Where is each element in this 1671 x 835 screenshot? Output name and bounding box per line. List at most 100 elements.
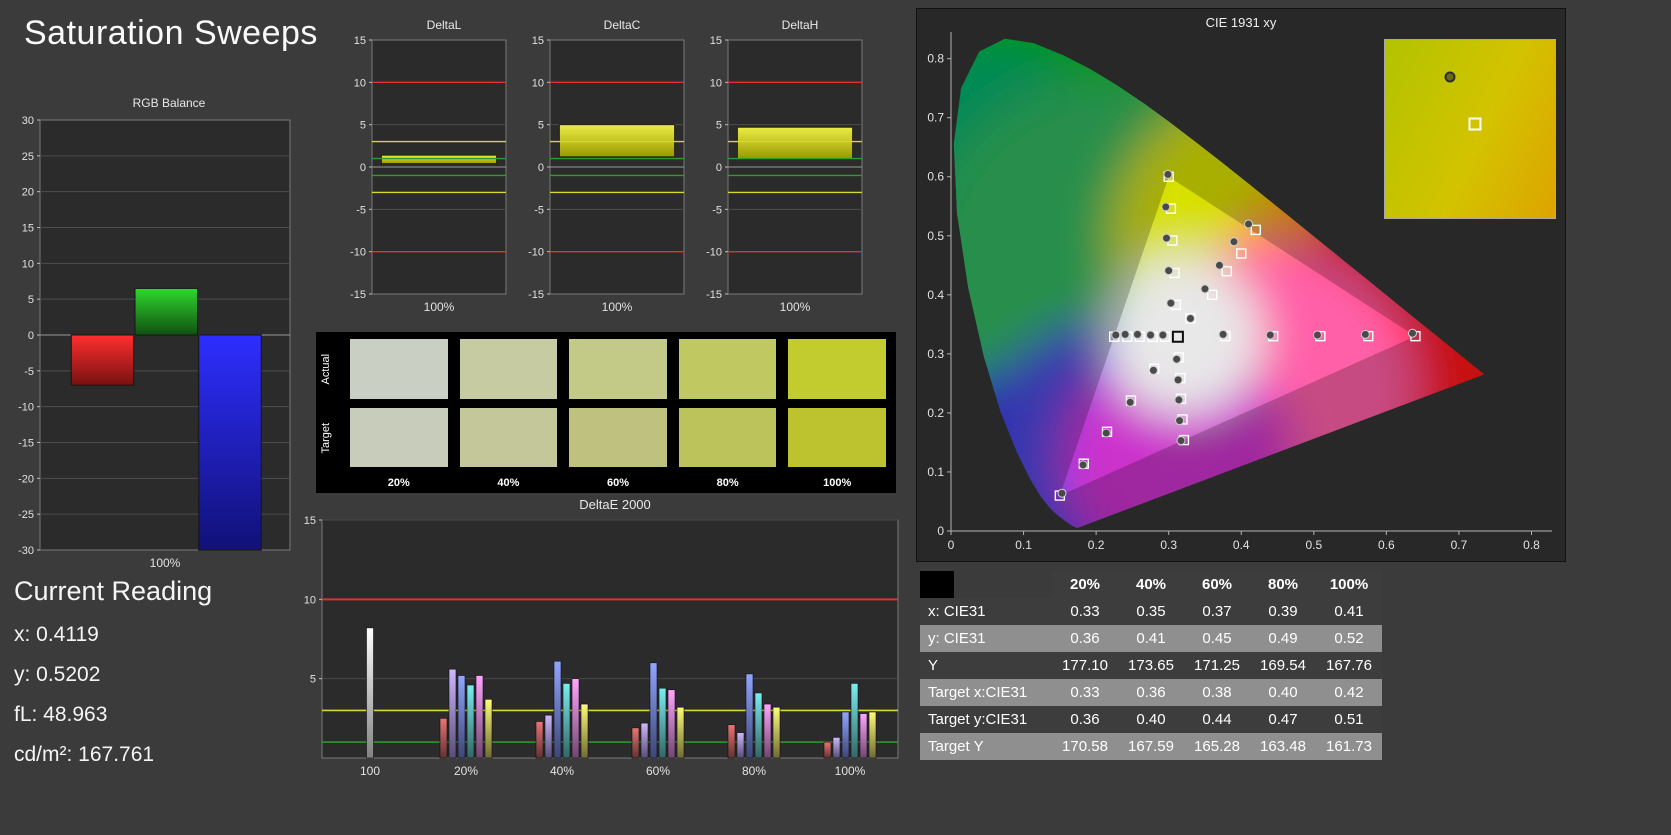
deltaL-title: DeltaL — [426, 18, 462, 32]
svg-text:0.4: 0.4 — [1233, 538, 1250, 552]
table-cell: 0.44 — [1202, 711, 1232, 728]
table-row-label: Target x:CIE31 — [928, 684, 1028, 701]
deltaH-plot: -15 -10 -5 0 5 10 15 100% — [706, 35, 863, 314]
table-row: Y 177.10 173.65 171.25 169.54 167.76 — [920, 652, 1382, 679]
table-cell: 171.25 — [1194, 657, 1240, 674]
current-reading-heading: Current Reading — [14, 576, 213, 606]
svg-text:0.6: 0.6 — [927, 170, 944, 184]
svg-text:5: 5 — [310, 674, 316, 686]
deltaC-plot: -15 -10 -5 0 5 10 15 100% — [528, 35, 685, 314]
svg-text:15: 15 — [304, 515, 316, 527]
svg-text:100%: 100% — [424, 300, 455, 314]
svg-text:-30: -30 — [18, 545, 34, 557]
table-row: Target Y 170.58 167.59 165.28 163.48 161.73 — [920, 733, 1382, 760]
table-cell: 177.10 — [1062, 657, 1108, 674]
current-reading-panel: Current Reading x: 0.4119 y: 0.5202 fL: 48… — [14, 576, 212, 767]
svg-text:5: 5 — [538, 120, 544, 132]
svg-text:100%: 100% — [602, 300, 633, 314]
svg-text:15: 15 — [532, 35, 544, 47]
deltaE-bar — [727, 724, 736, 759]
page-title: Saturation Sweeps — [24, 14, 318, 52]
table-col-header: 100% — [1316, 571, 1382, 598]
svg-text:0.1: 0.1 — [1015, 538, 1032, 552]
table-cell: 0.33 — [1070, 603, 1100, 620]
svg-text:0: 0 — [538, 162, 544, 174]
table-row: Target x:CIE31 0.33 0.36 0.38 0.40 0.42 — [920, 679, 1382, 706]
table-cell: 167.59 — [1128, 738, 1174, 755]
table-cell: 0.33 — [1070, 684, 1100, 701]
table-body: x: CIE31 0.33 0.35 0.37 0.39 0.41 y: CIE31 0.36… — [920, 598, 1382, 760]
deltaH-title: DeltaH — [781, 18, 819, 32]
deltaE2000-plot: 5 10 15 100 20% 40% 60% 80% 100% — [304, 515, 899, 778]
svg-text:0: 0 — [948, 538, 955, 552]
svg-text:0.2: 0.2 — [1088, 538, 1105, 552]
svg-text:100: 100 — [360, 764, 380, 778]
swatch-row-label-target: Target — [320, 421, 332, 453]
deltaL-plot: -15 -10 -5 0 5 10 15 100% — [350, 35, 507, 314]
deltaE-bar — [580, 703, 589, 759]
range-bar — [380, 154, 498, 165]
table-header-row: 20% 40% 60% 80% 100% — [920, 571, 1382, 598]
deltaE-bar — [763, 703, 772, 759]
table-cell: 161.73 — [1326, 738, 1372, 755]
deltaL-chart: DeltaL -15 -10 -5 0 5 10 15 100% — [336, 18, 516, 323]
svg-text:0: 0 — [360, 162, 366, 174]
svg-text:0.6: 0.6 — [1378, 538, 1395, 552]
deltaE-bar — [832, 737, 841, 759]
inset-target-square — [1468, 117, 1482, 131]
table-cell: 0.42 — [1334, 684, 1364, 701]
swatch-col-label: 20% — [387, 477, 410, 489]
swatch-grid: Actual Target 20% 40% 60% 80% 100% — [320, 339, 886, 490]
svg-text:20: 20 — [22, 187, 34, 199]
reading-fl: fL: 48.963 — [14, 703, 108, 726]
table-cell: 165.28 — [1194, 738, 1240, 755]
deltaE-bar — [658, 687, 667, 759]
svg-text:5: 5 — [360, 120, 366, 132]
svg-text:-15: -15 — [18, 438, 34, 450]
svg-text:-15: -15 — [528, 289, 544, 301]
deltaE-bar — [457, 675, 466, 759]
swatch-target-40% — [459, 407, 558, 467]
svg-text:30: 30 — [22, 115, 34, 127]
svg-text:15: 15 — [710, 35, 722, 47]
rgb-balance-chart: RGB Balance -30 -25 -20 -15 -10 -5 0 5 10 15 20 25 3… — [6, 96, 298, 579]
swatch-col-label: 80% — [716, 477, 739, 489]
table-cell: 163.48 — [1260, 738, 1306, 755]
swatch-comparison-panel: Actual Target 20% 40% 60% 80% 100% — [316, 332, 896, 493]
table-cell: 0.51 — [1334, 711, 1364, 728]
svg-text:80%: 80% — [742, 764, 766, 778]
rgb-balance-plot: -30 -25 -20 -15 -10 -5 0 5 10 15 20 25 30 100% — [18, 115, 291, 570]
table-cell: 0.35 — [1136, 603, 1166, 620]
svg-text:100%: 100% — [835, 764, 866, 778]
svg-text:-15: -15 — [350, 289, 366, 301]
swatch-actual-60% — [569, 339, 667, 399]
reading-x: x: 0.4119 — [14, 623, 99, 646]
deltaC-title: DeltaC — [603, 18, 641, 32]
deltaE-bar — [850, 683, 859, 759]
deltaE-bar — [439, 718, 448, 759]
current-reading-values: x: 0.4119 y: 0.5202 fL: 48.963 cd/m²: 167.7… — [14, 623, 212, 767]
bar-green — [134, 287, 198, 336]
table-cell: 0.40 — [1268, 684, 1298, 701]
table-col-header: 60% — [1184, 571, 1250, 598]
table-col-header: 80% — [1250, 571, 1316, 598]
svg-text:0.8: 0.8 — [927, 52, 944, 66]
table-col-header: 40% — [1118, 571, 1184, 598]
table-cell: 0.47 — [1268, 711, 1298, 728]
svg-text:15: 15 — [22, 223, 34, 235]
table-corner-cell — [920, 571, 1052, 598]
svg-text:-10: -10 — [706, 247, 722, 259]
reading-cdm2: cd/m²: 167.761 — [14, 743, 155, 766]
table-cell: 0.39 — [1268, 603, 1298, 620]
deltaE-bar — [859, 713, 868, 759]
deltaE-bar — [772, 706, 781, 759]
svg-text:10: 10 — [22, 258, 34, 270]
svg-text:20%: 20% — [454, 764, 478, 778]
table-cell: 170.58 — [1062, 738, 1108, 755]
svg-text:10: 10 — [354, 77, 366, 89]
bar-red — [70, 334, 135, 386]
table-cell: 0.36 — [1136, 684, 1166, 701]
swatch-actual-100% — [788, 339, 886, 399]
svg-text:15: 15 — [354, 35, 366, 47]
svg-text:0.5: 0.5 — [1305, 538, 1322, 552]
